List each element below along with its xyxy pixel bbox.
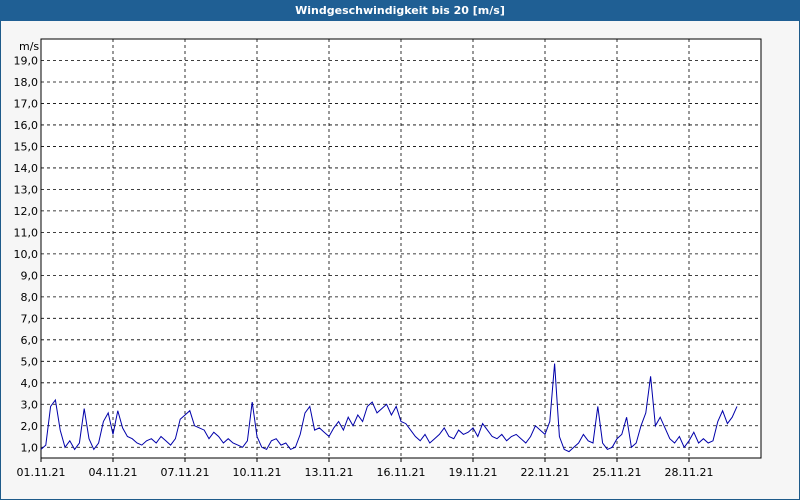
- y-tick-label: 9,0: [21, 269, 39, 282]
- x-tick-label: 28.11.21: [665, 466, 714, 479]
- y-tick-label: 12,0: [14, 205, 39, 218]
- y-tick-label: 4,0: [21, 377, 39, 390]
- y-tick-label: 19,0: [14, 54, 39, 67]
- wind-speed-chart: 1,0 2,0 3,0 4,0 5,0 6,0 7,0 8,0 9,0 10,0 11,0 12,0 1…: [14, 38, 762, 479]
- x-tick-label: 22.11.21: [521, 466, 570, 479]
- y-tick-label: 5,0: [21, 355, 39, 368]
- y-tick-label: 17,0: [14, 97, 39, 110]
- y-tick-label: 11,0: [14, 226, 39, 239]
- x-tick-label: 19.11.21: [449, 466, 498, 479]
- x-tick-label: 16.11.21: [377, 466, 426, 479]
- y-tick-label: 7,0: [21, 312, 39, 325]
- y-tick-label: 8,0: [21, 291, 39, 304]
- x-tick-label: 25.11.21: [593, 466, 642, 479]
- y-tick-label: 1,0: [21, 441, 39, 454]
- y-tick-label: 16,0: [14, 119, 39, 132]
- x-tick-label: 07.11.21: [161, 466, 210, 479]
- y-tick-label: 13,0: [14, 183, 39, 196]
- x-tick-label: 13.11.21: [305, 466, 354, 479]
- x-tick-label: 10.11.21: [233, 466, 282, 479]
- y-tick-label: 14,0: [14, 162, 39, 175]
- y-axis-unit: m/s: [19, 40, 39, 53]
- y-tick-label: 15,0: [14, 140, 39, 153]
- y-tick-label: 18,0: [14, 76, 39, 89]
- y-tick-label: 2,0: [21, 420, 39, 433]
- chart-title: Windgeschwindigkeit bis 20 [m/s]: [0, 0, 800, 21]
- y-tick-label: 3,0: [21, 398, 39, 411]
- x-tick-label: 01.11.21: [17, 466, 66, 479]
- x-tick-label: 04.11.21: [89, 466, 138, 479]
- y-tick-label: 6,0: [21, 334, 39, 347]
- y-tick-label: 10,0: [14, 248, 39, 261]
